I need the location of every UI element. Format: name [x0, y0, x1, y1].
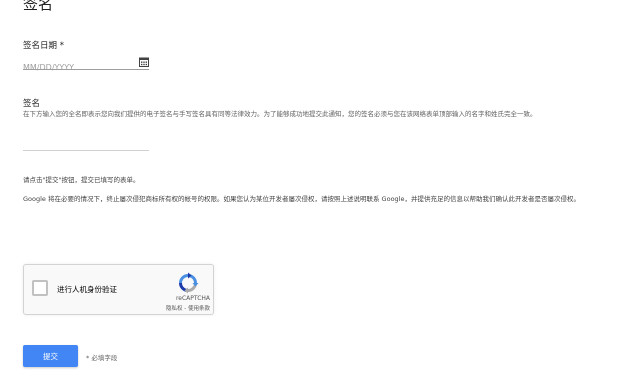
submit-button[interactable]: 提交	[23, 345, 78, 367]
date-field[interactable]	[23, 55, 149, 72]
recaptcha-logo-icon	[179, 272, 199, 294]
signature-input[interactable]	[23, 150, 149, 151]
section-title: 签名	[23, 0, 54, 13]
date-label: 签名日期 *	[23, 41, 64, 51]
recaptcha-brand: reCAPTCHA	[175, 295, 210, 302]
recaptcha-widget: 进行人机身份验证 reCAPTCHA 隐私权 - 使用条款	[23, 264, 214, 315]
required-field-note: * 必填字段	[86, 354, 118, 362]
date-input[interactable]	[23, 63, 131, 72]
recaptcha-links[interactable]: 隐私权 - 使用条款	[24, 304, 210, 312]
signature-description: 在下方输入您的全名即表示您向我们提供的电子签名与手写签名具有同等法律效力。为了能…	[23, 110, 537, 118]
signature-label: 签名	[23, 99, 41, 109]
google-notice: Google 将在必要的情况下，终止屡次侵犯商标所有权的帐号的权限。如果您认为某…	[23, 195, 580, 203]
submit-instruction: 请点击"提交"按钮，提交已填写的表单。	[23, 176, 140, 184]
recaptcha-checkbox[interactable]	[32, 280, 48, 296]
recaptcha-label: 进行人机身份验证	[57, 285, 117, 294]
calendar-icon[interactable]	[139, 57, 149, 67]
